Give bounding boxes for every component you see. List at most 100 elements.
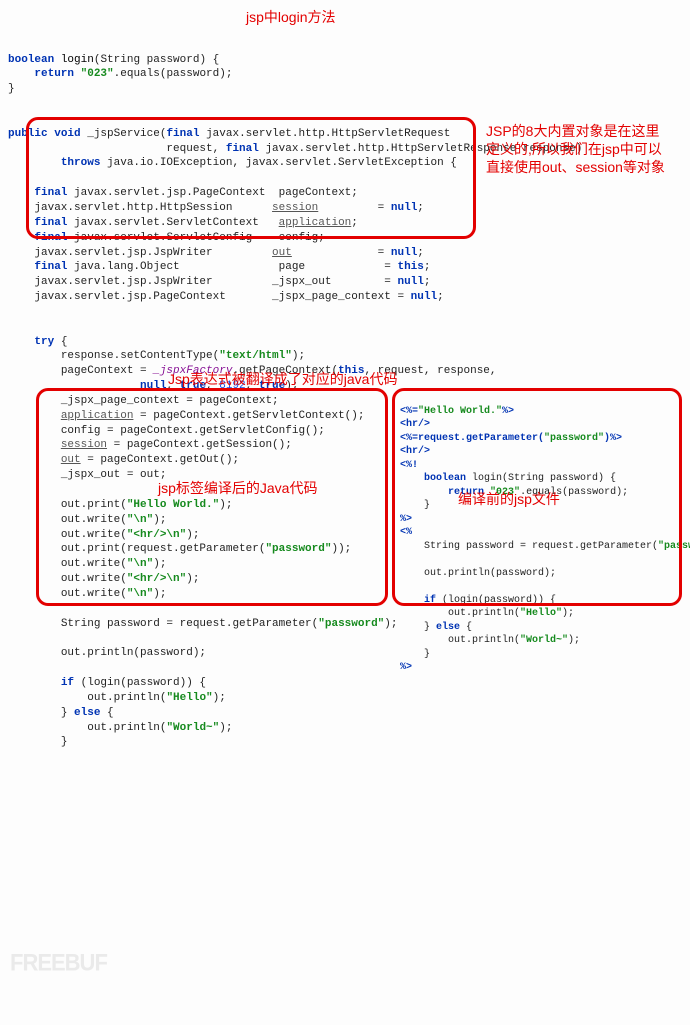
code: )); bbox=[331, 543, 351, 555]
code: (login(password)) { bbox=[74, 677, 206, 689]
keyword: null bbox=[140, 380, 166, 392]
jsp-tag: )%> bbox=[604, 433, 622, 444]
watermark: FREEBUF bbox=[10, 946, 107, 979]
string: "<hr/>\n" bbox=[127, 529, 186, 541]
jsp-tag: <% bbox=[400, 527, 412, 538]
annotation-compiled: jsp标签编译后的Java代码 bbox=[158, 479, 317, 497]
html-tag: <hr/> bbox=[400, 446, 430, 457]
keyword: return bbox=[34, 68, 74, 80]
code: ); bbox=[153, 514, 166, 526]
code: = pageContext.getSession(); bbox=[107, 439, 292, 451]
code: javax.servlet.http.HttpSession bbox=[34, 202, 272, 214]
code: out.write( bbox=[61, 573, 127, 585]
code-viewport: boolean login(String password) { return … bbox=[8, 8, 682, 1017]
code: out.println(password); bbox=[400, 568, 556, 579]
type: javax.servlet.http.HttpServletRequest bbox=[206, 128, 450, 140]
code: { bbox=[460, 622, 472, 633]
code: out.print( bbox=[61, 499, 127, 511]
code: out.write( bbox=[61, 514, 127, 526]
code: out.write( bbox=[61, 558, 127, 570]
params: (String password) { bbox=[94, 54, 219, 66]
keyword: final bbox=[226, 143, 259, 155]
code: = bbox=[318, 202, 391, 214]
code: { bbox=[100, 707, 113, 719]
keyword: final bbox=[34, 232, 67, 244]
keyword: else bbox=[436, 622, 460, 633]
code: javax.servlet.ServletConfig config; bbox=[67, 232, 324, 244]
var: session bbox=[61, 439, 107, 451]
brace: } bbox=[8, 83, 15, 95]
string: "World~" bbox=[166, 722, 219, 734]
annotation-expr: Jsp表达式被翻译成了对应的java代码 bbox=[168, 370, 397, 388]
code: out.write( bbox=[61, 588, 127, 600]
jsp-source-panel: <%="Hello World."%> <hr/> <%=request.get… bbox=[400, 391, 690, 675]
keyword: null bbox=[411, 291, 437, 303]
code: javax.servlet.jsp.JspWriter bbox=[34, 247, 272, 259]
string: "World~" bbox=[520, 635, 568, 646]
code: ); bbox=[292, 350, 305, 362]
var: session bbox=[272, 202, 318, 214]
keyword: null bbox=[391, 202, 417, 214]
code: ; bbox=[351, 217, 358, 229]
keyword: null bbox=[397, 276, 423, 288]
var: application bbox=[279, 217, 352, 229]
jsp-tag: %> bbox=[502, 406, 514, 417]
code: = bbox=[292, 247, 391, 259]
keyword: boolean bbox=[424, 473, 466, 484]
code: java.lang.Object page = bbox=[67, 261, 397, 273]
code: = pageContext.getOut(); bbox=[81, 454, 239, 466]
code: ); bbox=[384, 618, 397, 630]
code: ); bbox=[219, 722, 232, 734]
var: application bbox=[61, 410, 134, 422]
code: out.println( bbox=[400, 608, 520, 619]
keyword: boolean bbox=[8, 54, 54, 66]
code: = pageContext.getServletContext(); bbox=[133, 410, 364, 422]
code: out.println( bbox=[61, 692, 167, 704]
code: request, bbox=[8, 143, 226, 155]
var: out bbox=[61, 454, 81, 466]
code: _jspx_page_context = pageContext; bbox=[61, 395, 279, 407]
annotation-login: jsp中login方法 bbox=[246, 8, 335, 26]
code: response.setContentType( bbox=[61, 350, 219, 362]
keyword: throws bbox=[61, 157, 101, 169]
method-name: login bbox=[61, 54, 94, 66]
code: ); bbox=[213, 692, 226, 704]
keyword: try bbox=[34, 336, 54, 348]
code: out.write( bbox=[61, 529, 127, 541]
html-tag: <hr/> bbox=[400, 419, 430, 430]
jsp-tag: <%! bbox=[400, 460, 418, 471]
code: ); bbox=[153, 558, 166, 570]
keyword: final bbox=[166, 128, 199, 140]
code: } bbox=[400, 500, 430, 511]
keyword: null bbox=[391, 247, 417, 259]
keyword: final bbox=[34, 187, 67, 199]
code: java.io.IOException, javax.servlet.Servl… bbox=[100, 157, 456, 169]
method-name: _jspService( bbox=[87, 128, 166, 140]
string: "Hello" bbox=[520, 608, 562, 619]
keyword: public bbox=[8, 128, 48, 140]
code: } bbox=[61, 707, 74, 719]
code: pageContext = bbox=[61, 365, 153, 377]
code: javax.servlet.ServletContext bbox=[67, 217, 278, 229]
jsp-tag: <%=request.getParameter( bbox=[400, 433, 544, 444]
code: .equals(password); bbox=[114, 68, 233, 80]
string: "\n" bbox=[127, 514, 153, 526]
annotation-source: 编译前的jsp文件 bbox=[458, 490, 560, 508]
keyword: if bbox=[424, 595, 436, 606]
string: "password" bbox=[658, 541, 690, 552]
code: javax.servlet.jsp.JspWriter _jspx_out = bbox=[34, 276, 397, 288]
code: ); bbox=[186, 573, 199, 585]
string: "<hr/>\n" bbox=[127, 573, 186, 585]
keyword: final bbox=[34, 217, 67, 229]
code: ); bbox=[219, 499, 232, 511]
code: out.println( bbox=[400, 635, 520, 646]
string: "password" bbox=[318, 618, 384, 630]
code: (login(password)) { bbox=[436, 595, 556, 606]
code: } bbox=[400, 622, 436, 633]
annotation-builtin: JSP的8大内置对象是在这里 定义的,所以我们在jsp中可以 直接使用out、s… bbox=[486, 122, 665, 177]
code: } bbox=[61, 736, 68, 748]
code: javax.servlet.jsp.PageContext _jspx_page… bbox=[34, 291, 410, 303]
keyword: void bbox=[54, 128, 80, 140]
code-line: boolean login(String password) { return … bbox=[8, 54, 232, 96]
code: out.println( bbox=[61, 722, 167, 734]
